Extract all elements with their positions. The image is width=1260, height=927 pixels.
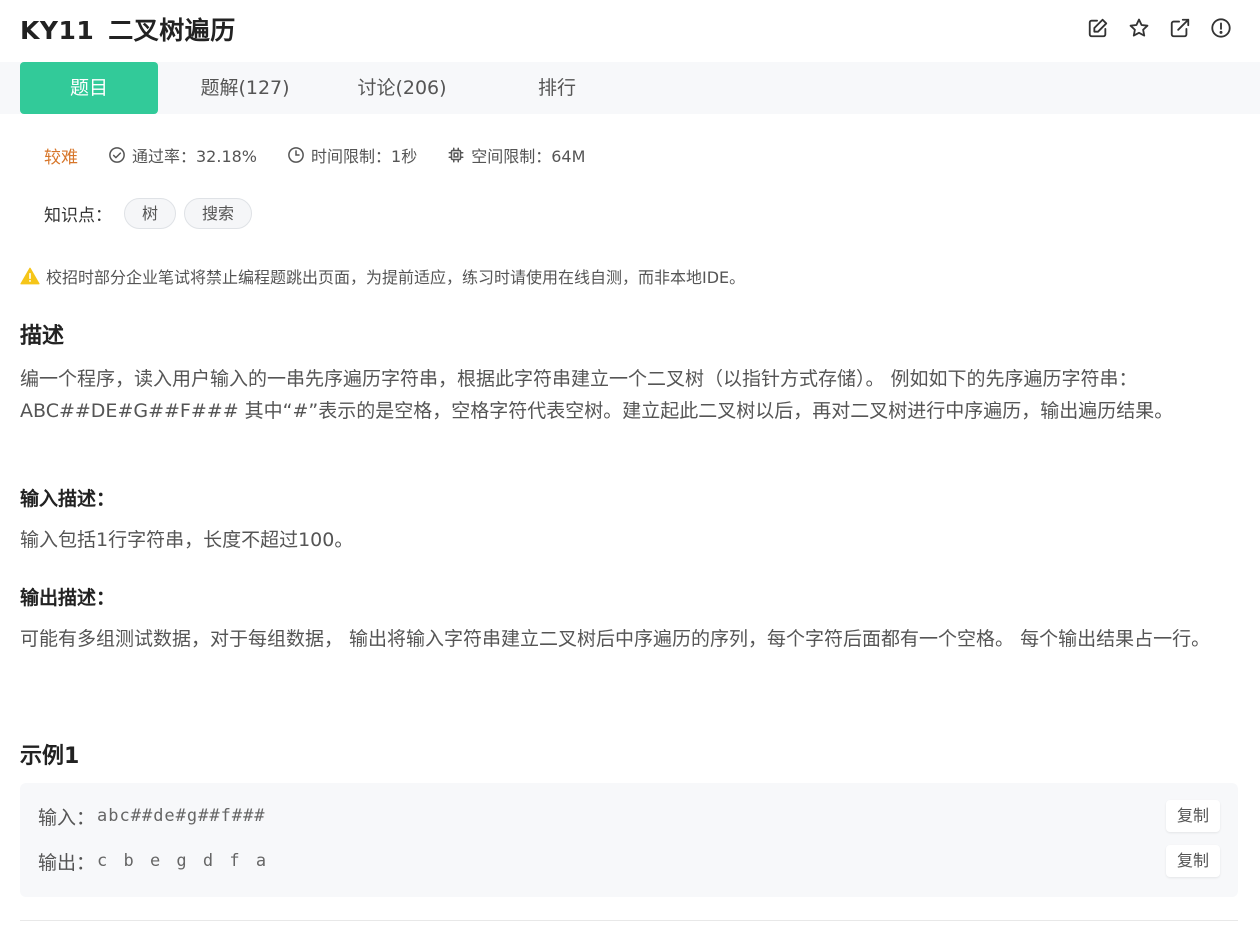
copy-output-button[interactable]: 复制 (1166, 845, 1220, 877)
divider (20, 920, 1238, 921)
time-limit: 时间限制：1秒 (287, 143, 417, 167)
tag-search[interactable]: 搜索 (184, 197, 253, 229)
description-text: 编一个程序，读入用户输入的一串先序遍历字符串，根据此字符串建立一个二叉树（以指针… (20, 368, 1174, 422)
difficulty-badge: 较难 (44, 147, 78, 168)
input-desc-text: 输入包括1行字符串，长度不超过100。 (20, 529, 354, 551)
notice-banner: 校招时部分企业笔试将禁止编程题跳出页面，为提前适应，练习时请使用在线自测，而非本… (20, 264, 745, 288)
tab-solutions[interactable]: 题解(127) (175, 62, 315, 114)
input-desc-title: 输入描述： (20, 488, 116, 510)
copy-input-button[interactable]: 复制 (1166, 800, 1220, 832)
tab-discussion[interactable]: 讨论(206) (332, 62, 472, 114)
time-limit-text: 时间限制：1秒 (311, 147, 418, 166)
star-icon[interactable] (1128, 17, 1150, 39)
problem-code: KY11 (20, 16, 95, 45)
tag-tree[interactable]: 树 (124, 197, 177, 229)
notice-text: 校招时部分企业笔试将禁止编程题跳出页面，为提前适应，练习时请使用在线自测，而非本… (46, 268, 746, 287)
clock-icon (288, 147, 304, 163)
pass-rate: 通过率：32.18% (108, 143, 257, 167)
problem-title: 二叉树遍历 (108, 16, 236, 45)
memory-limit: 空间限制：64M (447, 143, 585, 167)
example-output-row: 输出： c b e g d f a (38, 846, 267, 876)
tab-problem[interactable]: 题目 (20, 62, 158, 114)
knowledge-points: 知识点： 树 搜索 (44, 197, 253, 229)
tab-ranking[interactable]: 排行 (488, 62, 626, 114)
example-output-label: 输出： (38, 851, 96, 874)
report-icon[interactable] (1210, 17, 1232, 39)
example-box: 输入： abc##de#g##f### 复制 输出： c b e g d f a… (20, 783, 1238, 897)
memory-limit-text: 空间限制：64M (471, 147, 586, 166)
check-circle-icon (109, 147, 125, 163)
example-output-value: c b e g d f a (97, 851, 268, 871)
example-title: 示例1 (20, 744, 80, 769)
knowledge-label: 知识点： (44, 205, 112, 226)
share-icon[interactable] (1169, 17, 1191, 39)
example-input-label: 输入： (38, 806, 96, 829)
output-desc-text: 可能有多组测试数据，对于每组数据， 输出将输入字符串建立二叉树后中序遍历的序列，… (20, 628, 1211, 650)
output-desc-title: 输出描述： (20, 587, 116, 609)
header-actions (1087, 17, 1232, 39)
description-title: 描述 (20, 324, 65, 349)
problem-meta: 较难 通过率：32.18% 时间限制：1秒 空间限制：64M (44, 142, 615, 168)
chip-icon (448, 147, 464, 163)
edit-icon[interactable] (1087, 17, 1109, 39)
pass-rate-text: 通过率：32.18% (132, 147, 258, 166)
tab-bar: 题目 题解(127) 讨论(206) 排行 (0, 62, 1260, 114)
example-input-row: 输入： abc##de#g##f### (38, 801, 266, 831)
header: KY11 二叉树遍历 (0, 0, 1260, 62)
warning-icon (20, 267, 40, 285)
page-title: KY11 二叉树遍历 (20, 11, 236, 47)
example-input-value: abc##de#g##f### (97, 806, 266, 826)
